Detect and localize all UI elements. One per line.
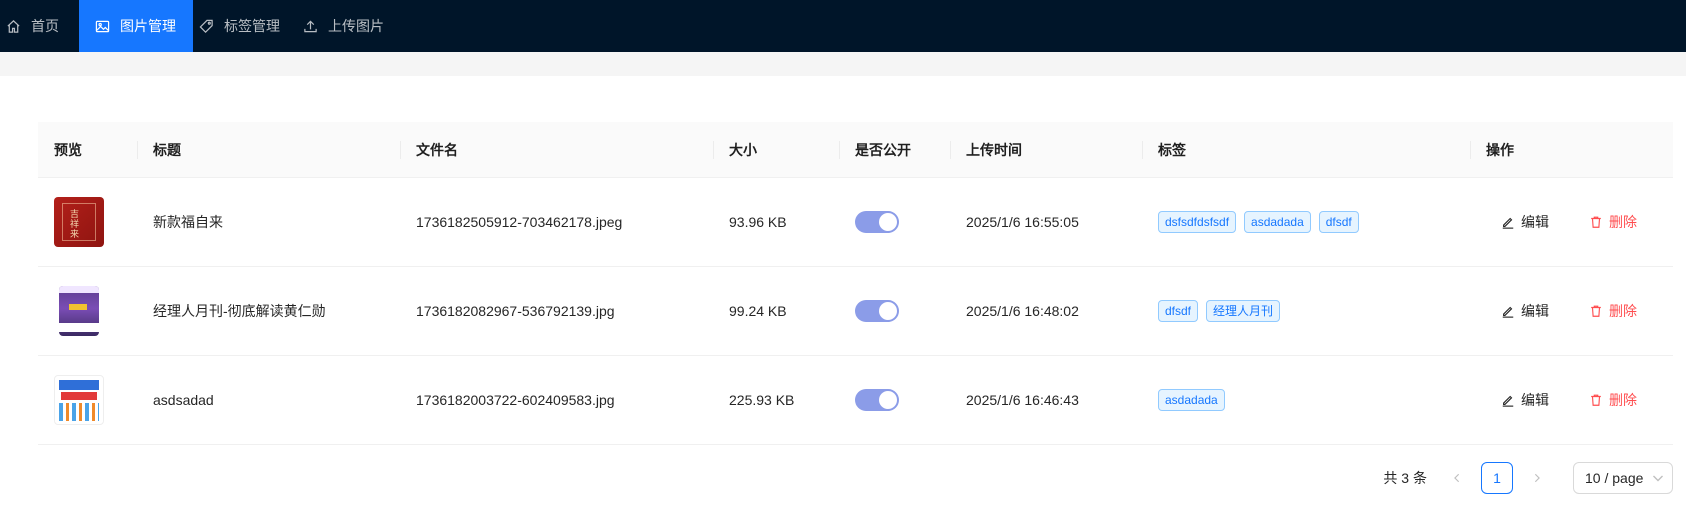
tag-badge: dfsdf bbox=[1158, 300, 1199, 322]
nav-item-label: 首页 bbox=[31, 18, 59, 34]
edit-label: 编辑 bbox=[1521, 214, 1549, 230]
tags-cell: dfsdf 经理人月刊 bbox=[1142, 267, 1470, 355]
nav-item-tags[interactable]: 标签管理 bbox=[193, 0, 297, 52]
images-table: 预览 标题 文件名 大小 是否公开 上传时间 标签 操作 吉祥来 新款福自来 1… bbox=[38, 122, 1673, 445]
home-icon bbox=[7, 19, 20, 33]
tag-badge: asdadada bbox=[1244, 211, 1311, 233]
size-cell: 225.93 KB bbox=[729, 392, 795, 408]
filename-cell: 1736182505912-703462178.jpeg bbox=[416, 214, 623, 230]
column-header-public: 是否公开 bbox=[839, 122, 950, 178]
page-size-value: 10 / page bbox=[1585, 470, 1644, 486]
actions-cell: 编辑 删除 bbox=[1470, 178, 1673, 266]
edit-icon bbox=[1502, 306, 1514, 318]
chevron-down-icon bbox=[1653, 475, 1663, 482]
title-cell: 经理人月刊-彻底解读黄仁勋 bbox=[153, 303, 326, 319]
delete-label: 删除 bbox=[1609, 392, 1637, 408]
column-header-filename: 文件名 bbox=[400, 122, 713, 178]
content-header-bar bbox=[0, 52, 1686, 76]
actions-cell: 编辑 删除 bbox=[1470, 267, 1673, 355]
picture-icon bbox=[95, 20, 110, 32]
next-page-button[interactable] bbox=[1521, 462, 1553, 494]
chevron-right-icon bbox=[1534, 473, 1540, 483]
tags-cell: dsfsdfdsfsdf asdadada dfsdf bbox=[1142, 178, 1470, 266]
tag-badge: dsfsdfdsfsdf bbox=[1158, 211, 1237, 233]
nav-item-label: 标签管理 bbox=[224, 18, 280, 34]
edit-button[interactable]: 编辑 bbox=[1501, 212, 1549, 232]
column-header-preview: 预览 bbox=[54, 141, 82, 158]
trash-icon bbox=[1591, 394, 1601, 406]
upload-icon bbox=[304, 19, 317, 32]
delete-button[interactable]: 删除 bbox=[1589, 301, 1637, 321]
upload-time-cell: 2025/1/6 16:55:05 bbox=[966, 214, 1079, 230]
table-row: 经理人月刊-彻底解读黄仁勋 1736182082967-536792139.jp… bbox=[38, 267, 1673, 356]
tag-badge: dfsdf bbox=[1318, 211, 1359, 233]
upload-time-cell: 2025/1/6 16:46:43 bbox=[966, 392, 1079, 408]
nav-item-home[interactable]: 首页 bbox=[0, 0, 79, 52]
top-navigation: 首页 图片管理 标签管理 上传图片 bbox=[0, 0, 1686, 52]
column-header-actions: 操作 bbox=[1470, 122, 1673, 178]
image-thumbnail[interactable] bbox=[54, 375, 104, 425]
column-header-size: 大小 bbox=[713, 122, 839, 178]
page-number-button[interactable]: 1 bbox=[1481, 462, 1513, 494]
tag-badge: asdadada bbox=[1158, 389, 1225, 411]
public-cell bbox=[839, 178, 950, 266]
edit-label: 编辑 bbox=[1521, 392, 1549, 408]
column-header-tags: 标签 bbox=[1142, 122, 1470, 178]
page-size-select[interactable]: 10 / page bbox=[1573, 462, 1673, 494]
nav-item-label: 图片管理 bbox=[120, 18, 176, 34]
table-row: asdsadad 1736182003722-602409583.jpg 225… bbox=[38, 356, 1673, 445]
nav-item-upload[interactable]: 上传图片 bbox=[297, 0, 401, 52]
public-toggle[interactable] bbox=[855, 211, 899, 233]
actions-cell: 编辑 删除 bbox=[1470, 356, 1673, 444]
nav-item-label: 上传图片 bbox=[328, 18, 384, 34]
delete-label: 删除 bbox=[1609, 303, 1637, 319]
preview-cell: 吉祥来 bbox=[38, 178, 137, 266]
nav-item-images[interactable]: 图片管理 bbox=[79, 0, 193, 52]
tag-badge: 经理人月刊 bbox=[1206, 300, 1281, 322]
prev-page-button[interactable] bbox=[1441, 462, 1473, 494]
table-row: 吉祥来 新款福自来 1736182505912-703462178.jpeg 9… bbox=[38, 178, 1673, 267]
title-cell: asdsadad bbox=[153, 392, 214, 408]
edit-label: 编辑 bbox=[1521, 303, 1549, 319]
edit-button[interactable]: 编辑 bbox=[1501, 301, 1549, 321]
upload-time-cell: 2025/1/6 16:48:02 bbox=[966, 303, 1079, 319]
size-cell: 99.24 KB bbox=[729, 303, 787, 319]
tag-icon bbox=[199, 19, 213, 33]
public-cell bbox=[839, 356, 950, 444]
public-toggle[interactable] bbox=[855, 389, 899, 411]
edit-button[interactable]: 编辑 bbox=[1501, 390, 1549, 410]
filename-cell: 1736182003722-602409583.jpg bbox=[416, 392, 615, 408]
public-cell bbox=[839, 267, 950, 355]
table-header: 预览 标题 文件名 大小 是否公开 上传时间 标签 操作 bbox=[38, 122, 1673, 178]
image-thumbnail[interactable]: 吉祥来 bbox=[54, 197, 104, 247]
delete-label: 删除 bbox=[1609, 214, 1637, 230]
chevron-left-icon bbox=[1454, 473, 1460, 483]
tags-cell: asdadada bbox=[1142, 356, 1470, 444]
title-cell: 新款福自来 bbox=[153, 214, 223, 230]
delete-button[interactable]: 删除 bbox=[1589, 212, 1637, 232]
public-toggle[interactable] bbox=[855, 300, 899, 322]
pagination: 共 3 条 1 10 / page bbox=[1383, 462, 1673, 494]
edit-icon bbox=[1502, 217, 1514, 229]
size-cell: 93.96 KB bbox=[729, 214, 787, 230]
pagination-total: 共 3 条 bbox=[1383, 470, 1427, 486]
delete-button[interactable]: 删除 bbox=[1589, 390, 1637, 410]
column-header-upload-time: 上传时间 bbox=[950, 122, 1142, 178]
column-header-title: 标题 bbox=[137, 122, 400, 178]
preview-cell bbox=[38, 267, 137, 355]
image-thumbnail[interactable] bbox=[59, 286, 99, 336]
edit-icon bbox=[1502, 395, 1514, 407]
trash-icon bbox=[1591, 216, 1601, 228]
preview-cell bbox=[38, 356, 137, 444]
trash-icon bbox=[1591, 305, 1601, 317]
filename-cell: 1736182082967-536792139.jpg bbox=[416, 303, 615, 319]
